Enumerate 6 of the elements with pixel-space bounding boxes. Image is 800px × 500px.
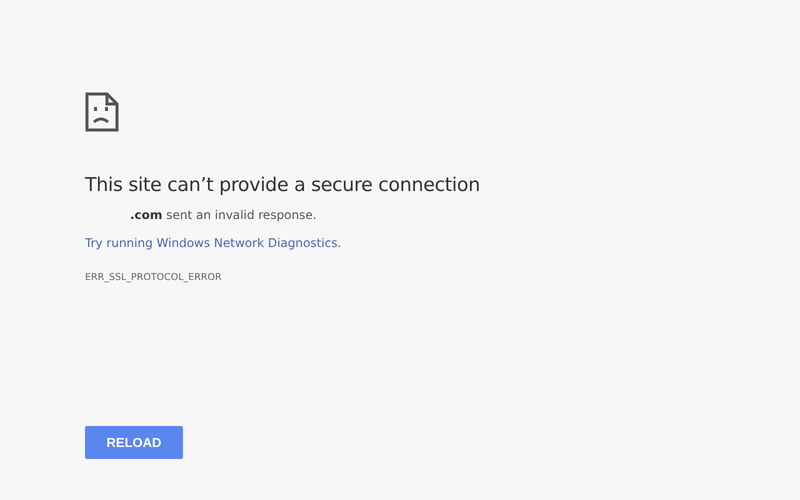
reload-button[interactable]: RELOAD	[85, 426, 183, 459]
diagnostics-link[interactable]: Try running Windows Network Diagnostics.	[85, 236, 342, 250]
error-title: This site can’t provide a secure connection	[85, 174, 480, 196]
error-description: .com sent an invalid response.	[129, 208, 317, 222]
sad-page-icon	[85, 92, 119, 132]
error-code: ERR_SSL_PROTOCOL_ERROR	[85, 272, 222, 283]
